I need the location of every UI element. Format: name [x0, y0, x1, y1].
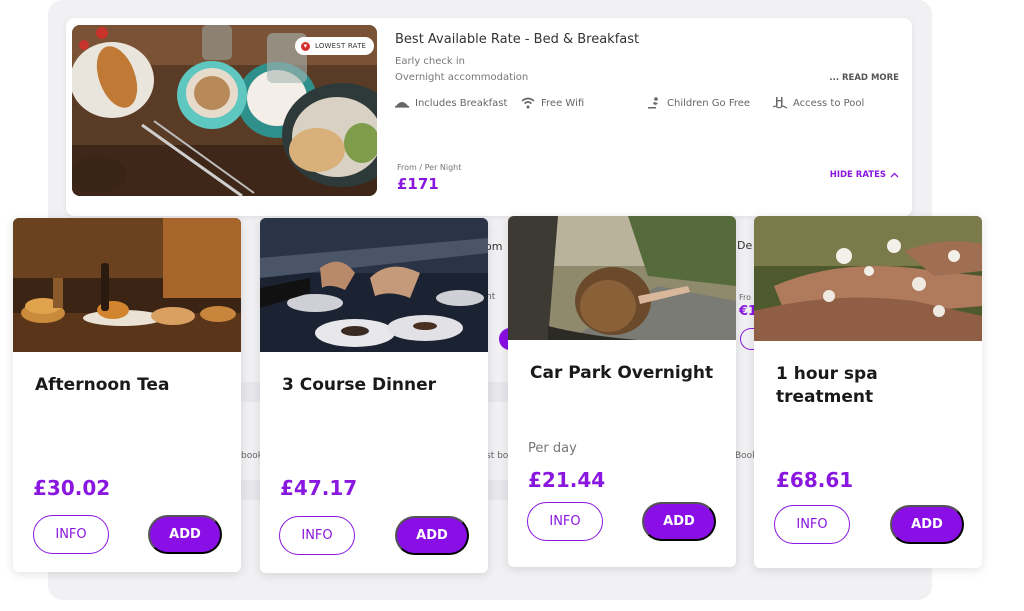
info-button[interactable]: INFO — [33, 515, 109, 554]
amenity-label: Access to Pool — [793, 97, 865, 109]
extra-card-3-course-dinner: 3 Course Dinner £47.17 INFO ADD — [260, 218, 488, 573]
info-button[interactable]: INFO — [527, 502, 603, 541]
spa-photo — [754, 216, 982, 341]
amenity-label: Includes Breakfast — [415, 97, 508, 109]
extra-title: 1 hour spa treatment — [776, 364, 878, 407]
extra-title: 3 Course Dinner — [282, 375, 437, 395]
pool-icon — [773, 97, 787, 109]
amenity-children: Children Go Free — [647, 97, 750, 109]
hide-rates-label: HIDE RATES — [829, 170, 886, 180]
info-button[interactable]: INFO — [774, 505, 850, 544]
room-price: £171 — [397, 175, 439, 193]
extra-card-car-park: Car Park Overnight Per day £21.44 INFO A… — [508, 216, 736, 567]
chevron-up-icon — [890, 172, 899, 178]
peek-text: De — [737, 239, 753, 252]
breakfast-photo: ▾ LOWEST RATE — [72, 25, 377, 196]
extra-price: £47.17 — [280, 476, 358, 500]
room-rate-card: ▾ LOWEST RATE Best Available Rate - Bed … — [66, 18, 912, 216]
extra-title: Car Park Overnight — [530, 363, 714, 383]
add-button[interactable]: ADD — [642, 502, 716, 541]
read-more-link[interactable]: ... READ MORE — [829, 73, 899, 83]
extra-card-afternoon-tea: Afternoon Tea £30.02 INFO ADD — [13, 218, 241, 572]
peek-text: st bo — [486, 451, 509, 461]
car-park-photo — [508, 216, 736, 340]
rate-feature: Early check in — [395, 56, 466, 67]
amenity-pool: Access to Pool — [773, 97, 864, 109]
peek-row — [488, 480, 508, 500]
extra-card-spa: 1 hour spa treatment £68.61 INFO ADD — [754, 216, 982, 568]
extra-unit: Per day — [528, 441, 577, 456]
rate-title: Best Available Rate - Bed & Breakfast — [395, 32, 640, 47]
price-label: From / Per Night — [397, 163, 462, 172]
child-icon — [648, 97, 658, 109]
add-button[interactable]: ADD — [890, 505, 964, 544]
tag-icon: ▾ — [301, 41, 310, 51]
info-button[interactable]: INFO — [279, 516, 355, 555]
badge-label: LOWEST RATE — [315, 42, 367, 50]
amenity-breakfast: Includes Breakfast — [395, 97, 507, 109]
hide-rates-button[interactable]: HIDE RATES — [830, 170, 899, 180]
amenity-label: Children Go Free — [667, 97, 751, 109]
extra-price: £21.44 — [528, 468, 606, 492]
extra-price: £68.61 — [776, 468, 854, 492]
amenity-wifi: Free Wifi — [521, 97, 584, 109]
amenity-label: Free Wifi — [541, 97, 585, 109]
peek-row — [241, 480, 261, 500]
peek-row — [488, 382, 508, 402]
extra-price: £30.02 — [33, 476, 111, 500]
add-button[interactable]: ADD — [395, 516, 469, 555]
lowest-rate-badge: ▾ LOWEST RATE — [295, 37, 375, 55]
add-button[interactable]: ADD — [148, 515, 222, 554]
breakfast-icon — [395, 102, 409, 108]
rate-feature: Overnight accommodation — [395, 72, 529, 83]
dinner-photo — [260, 218, 488, 352]
extra-title: Afternoon Tea — [35, 375, 170, 395]
peek-row — [241, 382, 261, 402]
wifi-icon — [521, 97, 535, 109]
peek-text: Fro — [739, 293, 752, 302]
afternoon-tea-photo — [13, 218, 241, 352]
